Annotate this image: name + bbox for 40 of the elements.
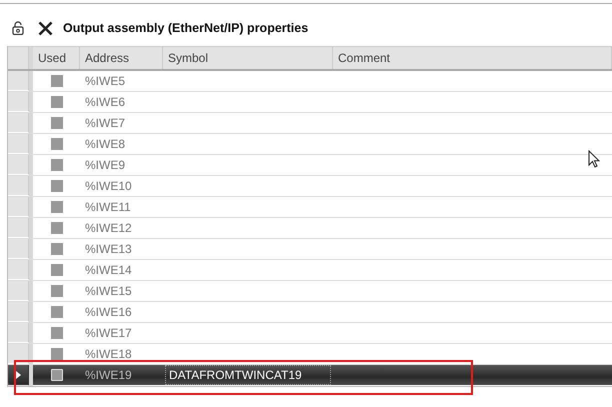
used-checkbox[interactable] — [50, 264, 62, 276]
current-row-icon — [16, 370, 20, 378]
used-checkbox[interactable] — [50, 75, 62, 87]
used-checkbox[interactable] — [50, 285, 62, 297]
address-cell-text: %IWE8 — [84, 137, 126, 151]
cursor-icon — [588, 150, 600, 169]
used-checkbox[interactable] — [50, 138, 62, 150]
address-cell-text: %IWE6 — [84, 95, 126, 109]
used-checkbox[interactable] — [50, 327, 62, 339]
column-header[interactable]: Comment — [333, 47, 612, 69]
used-checkbox[interactable] — [50, 96, 62, 108]
address-cell-text: %IWE12 — [84, 221, 132, 235]
used-checkbox[interactable] — [50, 348, 62, 360]
lock-icon[interactable] — [12, 21, 24, 35]
used-checkbox[interactable] — [50, 243, 62, 255]
address-cell-text: %IWE19 — [84, 368, 132, 382]
address-cell-text: %IWE7 — [84, 116, 126, 130]
address-cell-text: %IWE10 — [84, 179, 132, 193]
address-cell-text: %IWE18 — [84, 347, 132, 361]
used-checkbox[interactable] — [50, 180, 62, 192]
used-checkbox[interactable] — [50, 201, 62, 213]
address-cell-text: %IWE5 — [84, 74, 126, 88]
symbol-cell[interactable]: DATAFROMTWINCAT19 — [165, 365, 331, 385]
used-checkbox[interactable] — [50, 159, 62, 171]
used-checkbox[interactable] — [50, 222, 62, 234]
used-checkbox[interactable] — [50, 369, 62, 381]
close-icon[interactable] — [38, 20, 53, 36]
address-cell-text: %IWE13 — [84, 242, 132, 256]
used-checkbox[interactable] — [50, 306, 62, 318]
used-checkbox[interactable] — [50, 117, 62, 129]
address-cell-text: %IWE16 — [84, 305, 132, 319]
column-header[interactable]: Address — [80, 47, 163, 69]
address-cell-text: %IWE9 — [84, 158, 126, 172]
address-cell-text: %IWE14 — [84, 263, 132, 277]
column-header[interactable]: Symbol — [163, 47, 333, 69]
column-header[interactable]: Used — [33, 47, 80, 69]
address-cell-text: %IWE15 — [84, 284, 132, 298]
address-cell-text: %IWE11 — [84, 200, 131, 214]
address-cell-text: %IWE17 — [84, 326, 132, 340]
panel-title: Output assembly (EtherNet/IP) properties — [63, 21, 308, 35]
